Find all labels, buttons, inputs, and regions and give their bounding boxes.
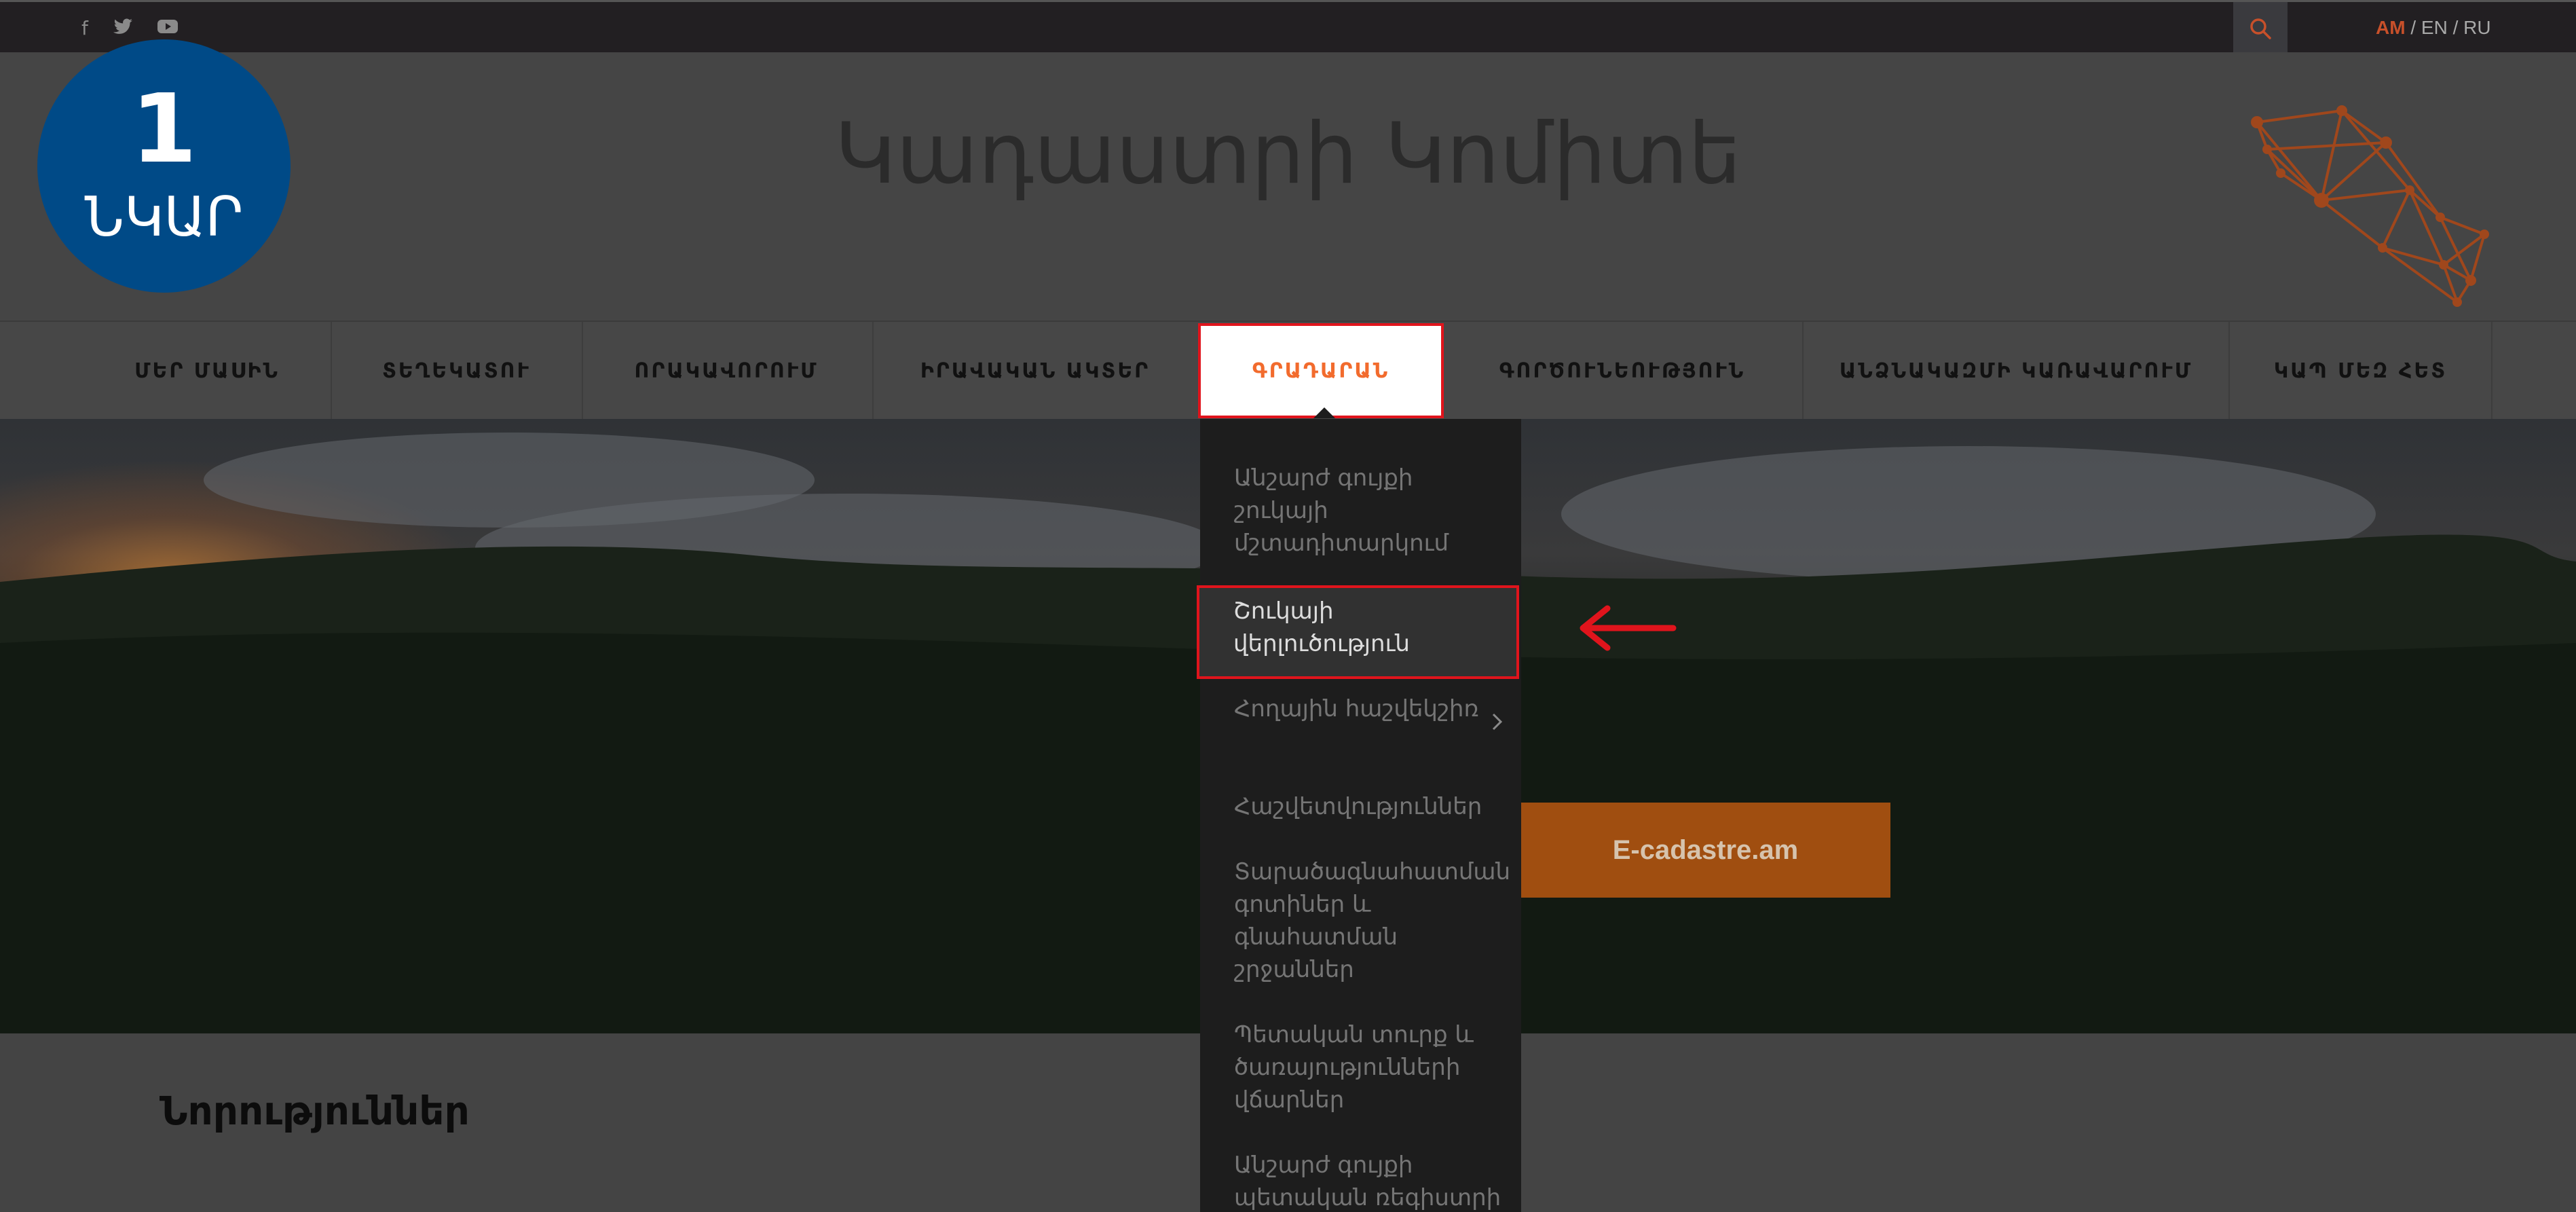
- dropdown-caret: [1313, 407, 1335, 418]
- lang-separator: /: [2405, 17, 2421, 38]
- chevron-right-icon: [1491, 712, 1504, 737]
- lang-en[interactable]: EN: [2421, 17, 2448, 38]
- lang-ru[interactable]: RU: [2463, 17, 2490, 38]
- nav-item-qualification[interactable]: ՈՐԱԿԱՎՈՐՈՒՄ: [584, 322, 869, 420]
- dropdown-item-state-register[interactable]: Անշարժ գույքի պետական ռեգիստրի: [1234, 1149, 1506, 1212]
- step-number: 1: [130, 74, 198, 185]
- dropdown-item-reports[interactable]: Հաշվետվություններ: [1234, 790, 1506, 823]
- nav-item-activity[interactable]: ԳՈՐԾՈՒՆԵՈՒԹՅՈՒՆ: [1446, 322, 1799, 420]
- nav-item-legal-acts[interactable]: ԻՐԱՎԱԿԱՆ ԱԿՏԵՐ: [876, 322, 1195, 420]
- dropdown-item-state-fees[interactable]: Պետական տուրք և ծառայությունների վճարներ: [1234, 1018, 1506, 1116]
- social-links: f: [81, 18, 178, 40]
- site-title[interactable]: Կադաստրի Կոմիտե: [0, 105, 2576, 203]
- search-icon: [2250, 18, 2271, 39]
- youtube-icon[interactable]: [157, 18, 178, 40]
- library-dropdown-menu: Անշարժ գույքի շուկայի մշտադիտարկում Հողա…: [1200, 419, 1521, 1212]
- e-cadastre-button[interactable]: E-cadastre.am: [1520, 803, 1890, 898]
- step-word: ՆԿԱՐ: [84, 185, 244, 249]
- twitter-icon[interactable]: [113, 18, 133, 40]
- nav-separator: [872, 322, 874, 420]
- lang-separator: /: [2447, 17, 2464, 38]
- dropdown-item-market-monitoring[interactable]: Անշարժ գույքի շուկայի մշտադիտարկում: [1234, 462, 1506, 559]
- nav-separator: [2491, 322, 2493, 420]
- lang-am[interactable]: AM: [2376, 17, 2406, 38]
- top-bar: f AM / EN / RU: [0, 0, 2576, 54]
- nav-separator: [1802, 322, 1804, 420]
- dropdown-item-valuation-zones[interactable]: Տարածագնահատման գոտիներ և գնահատման շրջա…: [1234, 856, 1510, 986]
- nav-separator: [331, 322, 332, 420]
- nav-item-library[interactable]: ԳՐԱԴԱՐԱՆ: [1198, 323, 1444, 418]
- facebook-icon[interactable]: f: [81, 18, 88, 40]
- dropdown-item-land-balance[interactable]: Հողային հաշվեկշիռ: [1234, 693, 1506, 725]
- nav-item-reference[interactable]: ՏԵՂԵԿԱՏՈՒ: [333, 322, 580, 420]
- nav-item-hr-management[interactable]: ԱՆՁՆԱԿԱԶՄԻ ԿԱՌԱՎԱՐՈՒՄ: [1806, 322, 2226, 420]
- nav-separator: [582, 322, 583, 420]
- language-switcher: AM / EN / RU: [2376, 17, 2491, 39]
- dropdown-item-market-analysis[interactable]: Շուկայի վերլուծություն: [1197, 585, 1519, 679]
- search-button[interactable]: [2233, 2, 2288, 54]
- step-badge: 1 ՆԿԱՐ: [37, 39, 291, 293]
- dropdown-item-label: Շուկայի վերլուծություն: [1233, 598, 1410, 657]
- annotation-arrow-icon: [1580, 605, 1677, 651]
- network-logo-icon[interactable]: [2240, 98, 2498, 316]
- news-title: Նորություններ: [160, 1088, 470, 1134]
- nav-item-contact[interactable]: ԿԱՊ ՄԵԶ ՀԵՏ: [2230, 322, 2491, 420]
- nav-item-about[interactable]: ՄԵՐ ՄԱՍԻՆ: [85, 322, 329, 420]
